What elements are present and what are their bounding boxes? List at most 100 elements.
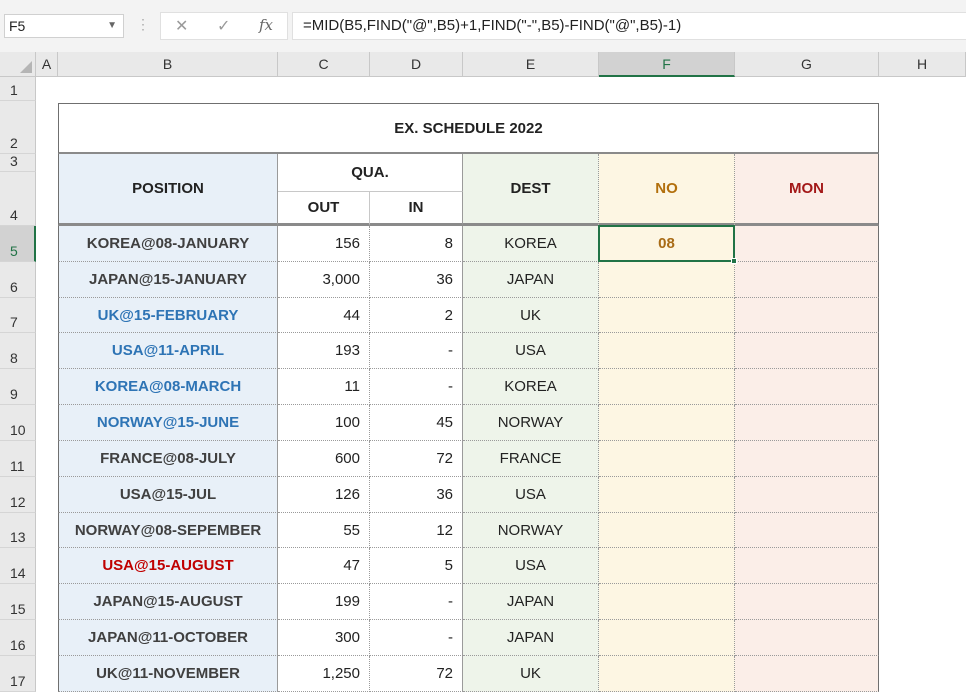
no-cell[interactable] — [599, 369, 735, 405]
out-cell[interactable]: 1,250 — [278, 656, 370, 692]
out-cell[interactable]: 11 — [278, 369, 370, 405]
in-cell[interactable]: 72 — [370, 656, 463, 692]
row-header-8[interactable]: 8 — [0, 333, 36, 369]
no-cell[interactable] — [599, 262, 735, 298]
dest-cell[interactable]: FRANCE — [463, 441, 599, 477]
row-header-6[interactable]: 6 — [0, 262, 36, 298]
position-cell[interactable]: KOREA@08-MARCH — [58, 369, 278, 405]
no-cell[interactable] — [599, 441, 735, 477]
no-cell[interactable] — [599, 656, 735, 692]
row-header-17[interactable]: 17 — [0, 656, 36, 692]
in-cell[interactable]: - — [370, 333, 463, 369]
dest-cell[interactable]: UK — [463, 298, 599, 333]
row-header-13[interactable]: 13 — [0, 513, 36, 548]
dest-cell[interactable]: KOREA — [463, 369, 599, 405]
row-header-14[interactable]: 14 — [0, 548, 36, 584]
out-cell[interactable]: 300 — [278, 620, 370, 656]
in-cell[interactable]: 5 — [370, 548, 463, 584]
row-header-12[interactable]: 12 — [0, 477, 36, 513]
dest-cell[interactable]: USA — [463, 333, 599, 369]
mon-cell[interactable] — [735, 405, 879, 441]
no-cell[interactable] — [599, 584, 735, 620]
insert-function-icon[interactable]: fx — [259, 16, 273, 34]
position-cell[interactable]: USA@15-AUGUST — [58, 548, 278, 584]
position-cell[interactable]: JAPAN@15-JANUARY — [58, 262, 278, 298]
row-header-1[interactable]: 1 — [0, 77, 36, 101]
out-cell[interactable]: 47 — [278, 548, 370, 584]
out-cell[interactable]: 199 — [278, 584, 370, 620]
select-all-button[interactable] — [0, 52, 36, 77]
position-cell[interactable]: USA@11-APRIL — [58, 333, 278, 369]
dest-cell[interactable]: USA — [463, 548, 599, 584]
out-cell[interactable]: 44 — [278, 298, 370, 333]
row-header-10[interactable]: 10 — [0, 405, 36, 441]
more-options-icon[interactable]: ⋮ — [136, 16, 150, 33]
mon-cell[interactable] — [735, 262, 879, 298]
in-cell[interactable]: - — [370, 620, 463, 656]
mon-cell[interactable] — [735, 584, 879, 620]
dest-cell[interactable]: NORWAY — [463, 513, 599, 548]
column-header-e[interactable]: E — [463, 52, 599, 77]
mon-cell[interactable] — [735, 333, 879, 369]
close-icon[interactable]: ✕ — [175, 16, 188, 36]
row-header-11[interactable]: 11 — [0, 441, 36, 477]
mon-cell[interactable] — [735, 548, 879, 584]
row-header-5[interactable]: 5 — [0, 226, 36, 262]
out-cell[interactable]: 3,000 — [278, 262, 370, 298]
in-cell[interactable]: - — [370, 369, 463, 405]
dest-cell[interactable]: UK — [463, 656, 599, 692]
position-cell[interactable]: UK@15-FEBRUARY — [58, 298, 278, 333]
dest-cell[interactable]: JAPAN — [463, 584, 599, 620]
mon-cell[interactable] — [735, 369, 879, 405]
dest-cell[interactable]: USA — [463, 477, 599, 513]
out-cell[interactable]: 100 — [278, 405, 370, 441]
in-cell[interactable]: 8 — [370, 226, 463, 262]
row-header-7[interactable]: 7 — [0, 298, 36, 333]
out-cell[interactable]: 193 — [278, 333, 370, 369]
no-cell[interactable]: 08 — [599, 226, 735, 262]
out-cell[interactable]: 156 — [278, 226, 370, 262]
no-cell[interactable] — [599, 548, 735, 584]
position-cell[interactable]: NORWAY@15-JUNE — [58, 405, 278, 441]
column-header-g[interactable]: G — [735, 52, 879, 77]
column-header-h[interactable]: H — [879, 52, 966, 77]
mon-cell[interactable] — [735, 656, 879, 692]
out-cell[interactable]: 600 — [278, 441, 370, 477]
mon-cell[interactable] — [735, 477, 879, 513]
in-cell[interactable]: - — [370, 584, 463, 620]
position-cell[interactable]: KOREA@08-JANUARY — [58, 226, 278, 262]
column-header-c[interactable]: C — [278, 52, 370, 77]
dest-cell[interactable]: JAPAN — [463, 262, 599, 298]
row-header-16[interactable]: 16 — [0, 620, 36, 656]
row-header-3[interactable]: 3 — [0, 153, 36, 172]
mon-cell[interactable] — [735, 513, 879, 548]
dest-cell[interactable]: NORWAY — [463, 405, 599, 441]
in-cell[interactable]: 45 — [370, 405, 463, 441]
out-cell[interactable]: 126 — [278, 477, 370, 513]
formula-input[interactable]: =MID(B5,FIND("@",B5)+1,FIND("-",B5)-FIND… — [292, 12, 966, 40]
position-cell[interactable]: JAPAN@11-OCTOBER — [58, 620, 278, 656]
check-icon[interactable]: ✓ — [217, 16, 230, 36]
column-header-d[interactable]: D — [370, 52, 463, 77]
chevron-down-icon[interactable]: ▼ — [107, 15, 117, 37]
row-header-4[interactable]: 4 — [0, 172, 36, 226]
mon-cell[interactable] — [735, 226, 879, 262]
position-cell[interactable]: JAPAN@15-AUGUST — [58, 584, 278, 620]
position-cell[interactable]: FRANCE@08-JULY — [58, 441, 278, 477]
in-cell[interactable]: 36 — [370, 477, 463, 513]
out-cell[interactable]: 55 — [278, 513, 370, 548]
dest-cell[interactable]: JAPAN — [463, 620, 599, 656]
in-cell[interactable]: 72 — [370, 441, 463, 477]
row-header-2[interactable]: 2 — [0, 101, 36, 154]
mon-cell[interactable] — [735, 298, 879, 333]
in-cell[interactable]: 2 — [370, 298, 463, 333]
no-cell[interactable] — [599, 298, 735, 333]
fill-handle[interactable] — [731, 258, 737, 264]
no-cell[interactable] — [599, 405, 735, 441]
row-header-15[interactable]: 15 — [0, 584, 36, 620]
name-box[interactable]: F5 ▼ — [4, 14, 124, 38]
position-cell[interactable]: USA@15-JUL — [58, 477, 278, 513]
column-header-b[interactable]: B — [58, 52, 278, 77]
in-cell[interactable]: 36 — [370, 262, 463, 298]
no-cell[interactable] — [599, 513, 735, 548]
